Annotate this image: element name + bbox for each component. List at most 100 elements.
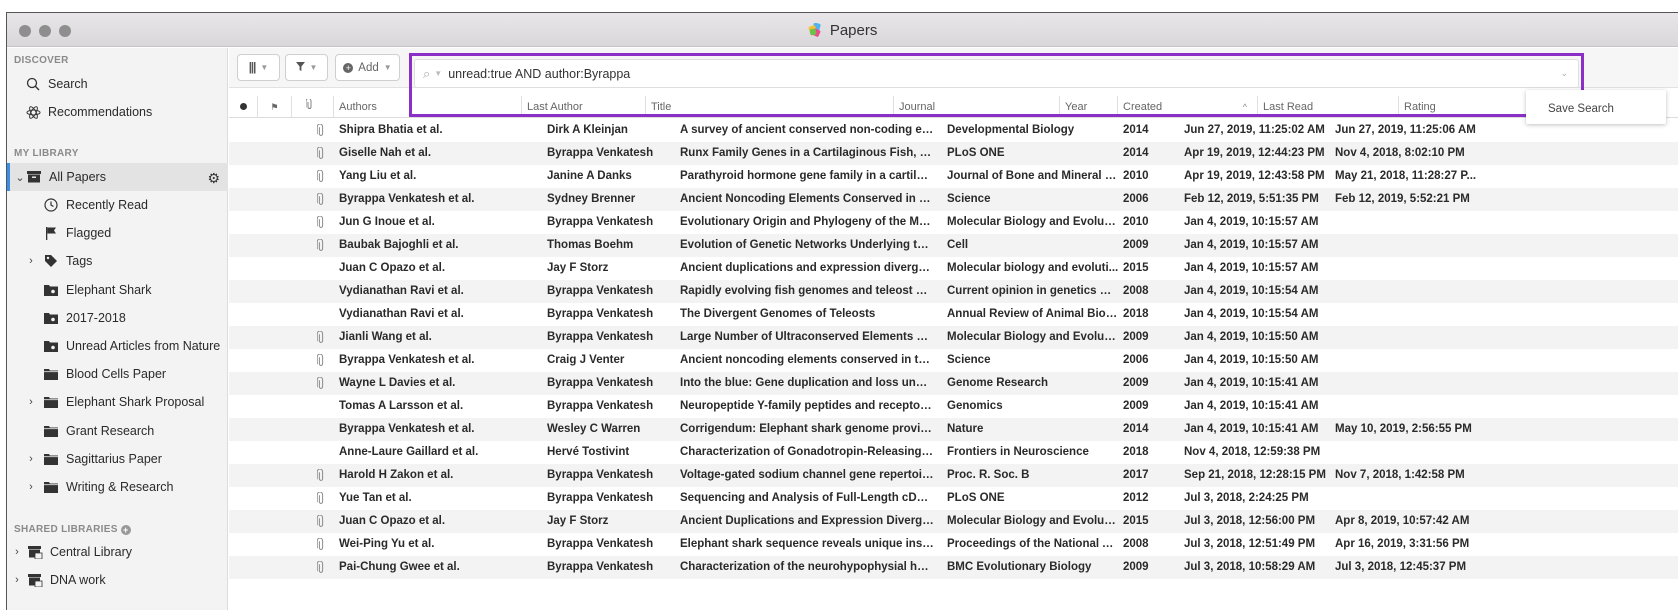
table-row[interactable]: Pai-Chung Gwee et al. Byrappa Venkatesh Ch… bbox=[229, 556, 1678, 579]
columns-button[interactable]: ||| ▼ bbox=[237, 54, 280, 81]
cell-title: Characterization of Gonadotropin-Releasi… bbox=[680, 446, 934, 458]
gear-icon[interactable]: ⚙ bbox=[207, 170, 220, 187]
table-row[interactable]: Yang Liu et al. Janine A Danks Parathyroid… bbox=[229, 165, 1678, 188]
cell-title: Evolutionary Origin and Phylogeny of the… bbox=[680, 216, 934, 228]
clock-icon bbox=[43, 197, 59, 213]
cell-last-read bbox=[1335, 257, 1480, 280]
add-shared-library-icon[interactable]: + bbox=[120, 525, 131, 535]
sidebar-item-blood-cells-paper[interactable]: Blood Cells Paper bbox=[7, 360, 228, 388]
cell-last-read: Nov 7, 2018, 1:42:58 PM bbox=[1335, 469, 1465, 481]
table-row[interactable]: Vydianathan Ravi et al. Byrappa Venkatesh… bbox=[229, 280, 1678, 303]
paperclip-icon bbox=[317, 216, 324, 228]
column-last-read[interactable]: Last Read bbox=[1257, 96, 1398, 118]
sidebar-item-elephant-shark[interactable]: Elephant Shark bbox=[7, 276, 228, 304]
table-row[interactable]: Vydianathan Ravi et al. Byrappa Venkatesh… bbox=[229, 303, 1678, 326]
chevron-down-icon[interactable]: ⌄ bbox=[1560, 68, 1568, 79]
cell-title: Ancient Duplications and Expression Dive… bbox=[680, 515, 934, 527]
chevron-right-icon[interactable]: › bbox=[11, 546, 23, 558]
chevron-right-icon[interactable]: › bbox=[11, 574, 23, 586]
cell-authors: Giselle Nah et al. bbox=[339, 147, 432, 159]
chevron-right-icon[interactable]: › bbox=[25, 255, 37, 267]
columns-icon: ||| bbox=[248, 61, 257, 74]
search-input[interactable] bbox=[448, 66, 1561, 81]
column-authors[interactable]: Authors bbox=[333, 96, 521, 118]
table-row[interactable]: Wei-Ping Yu et al. Byrappa Venkatesh Eleph… bbox=[229, 533, 1678, 556]
table-row[interactable]: Jun G Inoue et al. Byrappa Venkatesh Evolu… bbox=[229, 211, 1678, 234]
sidebar-item-recently-read[interactable]: Recently Read bbox=[7, 191, 228, 219]
column-attachment[interactable] bbox=[291, 96, 333, 118]
cell-journal: PLoS ONE bbox=[947, 147, 1005, 159]
table-row[interactable]: Byrappa Venkatesh et al. Craig J Venter An… bbox=[229, 349, 1678, 372]
cell-year: 2014 bbox=[1123, 147, 1149, 159]
filter-button[interactable]: ▼ bbox=[285, 54, 328, 81]
search-options-chevron-icon[interactable]: ▼ bbox=[434, 69, 442, 78]
cell-last-author: Sydney Brenner bbox=[547, 193, 636, 205]
table-row[interactable]: Jianli Wang et al. Byrappa Venkatesh Large… bbox=[229, 326, 1678, 349]
cell-created: Jan 4, 2019, 10:15:54 AM bbox=[1184, 285, 1319, 297]
sidebar-item-all-papers[interactable]: ⌄ All Papers ⚙ bbox=[7, 163, 228, 191]
sidebar-item-grant-research[interactable]: Grant Research bbox=[7, 417, 228, 445]
add-button-label: Add bbox=[358, 61, 379, 74]
table-row[interactable]: Byrappa Venkatesh et al. Sydney Brenner An… bbox=[229, 188, 1678, 211]
cell-authors: Harold H Zakon et al. bbox=[339, 469, 454, 481]
column-rating[interactable]: Rating bbox=[1398, 96, 1458, 118]
add-button[interactable]: + Add ▼ bbox=[335, 54, 400, 81]
cell-journal: Nature bbox=[947, 423, 984, 435]
table-row[interactable]: Anne-Laure Gaillard et al. Hervé Tostivin… bbox=[229, 441, 1678, 464]
search-field[interactable]: ⌕ ▼ ⌄ bbox=[414, 59, 1579, 88]
table-row[interactable]: Shipra Bhatia et al. Dirk A Kleinjan A sur… bbox=[229, 119, 1678, 142]
table-row[interactable]: Juan C Opazo et al. Jay F Storz Ancient Du… bbox=[229, 510, 1678, 533]
sidebar-item-search[interactable]: Search bbox=[7, 70, 228, 98]
column-last-author[interactable]: Last Author bbox=[521, 96, 645, 118]
column-journal[interactable]: Journal bbox=[893, 96, 1059, 118]
chevron-right-icon[interactable]: › bbox=[25, 481, 37, 493]
cell-authors: Jianli Wang et al. bbox=[339, 331, 432, 343]
cell-last-author: Janine A Danks bbox=[547, 170, 632, 182]
column-created[interactable]: Created ^ bbox=[1117, 96, 1257, 118]
save-search-button[interactable]: Save Search bbox=[1548, 103, 1614, 115]
cell-authors: Tomas A Larsson et al. bbox=[339, 400, 464, 412]
chevron-right-icon[interactable]: › bbox=[25, 396, 37, 408]
sidebar-item-dna-work[interactable]: › DNA work bbox=[7, 566, 228, 594]
sidebar-item-central-library[interactable]: › Central Library bbox=[7, 538, 228, 566]
column-unread[interactable] bbox=[229, 96, 257, 118]
table-row[interactable]: Baubak Bajoghli et al. Thomas Boehm Evolut… bbox=[229, 234, 1678, 257]
table-row[interactable]: Byrappa Venkatesh et al. Wesley C Warren C… bbox=[229, 418, 1678, 441]
cell-authors: Vydianathan Ravi et al. bbox=[339, 308, 464, 320]
column-title[interactable]: Title bbox=[645, 96, 893, 118]
cell-created: Jan 4, 2019, 10:15:41 AM bbox=[1184, 423, 1319, 435]
cell-last-read: May 10, 2019, 2:56:55 PM bbox=[1335, 423, 1472, 435]
shared-library-icon bbox=[27, 572, 43, 588]
cell-year: 2014 bbox=[1123, 124, 1149, 136]
table-row[interactable]: Giselle Nah et al. Byrappa Venkatesh Runx … bbox=[229, 142, 1678, 165]
cell-last-author: Byrappa Venkatesh bbox=[547, 400, 654, 412]
sidebar-item-label: Recommendations bbox=[48, 105, 153, 119]
sidebar-item-sagittarius-paper[interactable]: › Sagittarius Paper bbox=[7, 445, 228, 473]
sidebar-item-recommendations[interactable]: Recommendations bbox=[7, 98, 228, 126]
table-row[interactable]: Yue Tan et al. Byrappa Venkatesh Sequencin… bbox=[229, 487, 1678, 510]
cell-last-read: May 21, 2018, 11:28:27 P... bbox=[1335, 170, 1477, 182]
column-year[interactable]: Year bbox=[1059, 96, 1117, 118]
sidebar-item-elephant-shark-proposal[interactable]: › Elephant Shark Proposal bbox=[7, 388, 228, 416]
paperclip-icon bbox=[317, 124, 324, 136]
cell-title: A survey of ancient conserved non-coding… bbox=[680, 124, 934, 136]
sort-ascending-icon: ^ bbox=[1242, 102, 1247, 112]
cell-journal: Genomics bbox=[947, 400, 1003, 412]
sidebar-item-flagged[interactable]: Flagged bbox=[7, 219, 228, 247]
sidebar-item-writing-research[interactable]: › Writing & Research bbox=[7, 473, 228, 501]
chevron-right-icon[interactable]: › bbox=[25, 453, 37, 465]
table-row[interactable]: Tomas A Larsson et al. Byrappa Venkatesh N… bbox=[229, 395, 1678, 418]
table-row[interactable]: Wayne L Davies et al. Byrappa Venkatesh In… bbox=[229, 372, 1678, 395]
cell-year: 2009 bbox=[1123, 561, 1149, 573]
sidebar-item-tags[interactable]: › Tags bbox=[7, 247, 228, 275]
cell-created: Jan 4, 2019, 10:15:57 AM bbox=[1184, 262, 1319, 274]
title-bar: Papers bbox=[7, 13, 1678, 47]
column-flag[interactable]: ⚑ bbox=[257, 96, 291, 118]
table-row[interactable]: Juan C Opazo et al. Jay F Storz Ancient du… bbox=[229, 257, 1678, 280]
sidebar-item-2017-2018[interactable]: 2017-2018 bbox=[7, 304, 228, 332]
cell-last-author: Wesley C Warren bbox=[547, 423, 641, 435]
chevron-down-icon[interactable]: ⌄ bbox=[14, 171, 26, 184]
table-row[interactable]: Harold H Zakon et al. Byrappa Venkatesh Vo… bbox=[229, 464, 1678, 487]
cell-last-read bbox=[1335, 441, 1480, 464]
sidebar-item-unread-articles-from-nature[interactable]: Unread Articles from Nature bbox=[7, 332, 228, 360]
